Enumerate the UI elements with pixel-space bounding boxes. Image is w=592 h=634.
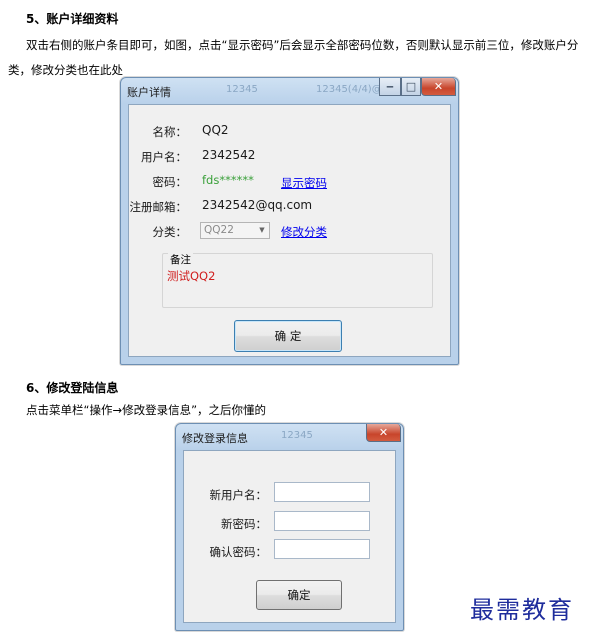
background-window-title: 12345(4/4)@ (316, 84, 382, 95)
username-value: 2342542 (202, 148, 256, 162)
edit-category-link[interactable]: 修改分类 (281, 224, 327, 240)
ok-button[interactable]: 确定 (256, 580, 342, 610)
ok-button[interactable]: 确 定 (234, 320, 342, 352)
password-label: 密码： (152, 175, 188, 189)
username-label: 用户名： (141, 150, 187, 164)
close-icon: ✕ (378, 426, 389, 439)
background-window-title: 12345 (281, 430, 313, 441)
notes-label: 备注 (168, 252, 193, 267)
maximize-button[interactable]: □ (401, 78, 421, 96)
category-label: 分类： (152, 225, 188, 239)
password-value: fds****** (202, 173, 254, 187)
chevron-down-icon: ▼ (259, 226, 265, 234)
confirm-password-input[interactable] (274, 539, 370, 559)
name-value: QQ2 (202, 123, 229, 137)
close-icon: ✕ (433, 80, 444, 93)
maximize-icon: □ (405, 80, 417, 93)
minimize-icon: ‒ (386, 80, 394, 93)
new-password-input[interactable] (274, 511, 370, 531)
new-username-input[interactable] (274, 482, 370, 502)
close-button[interactable]: ✕ (421, 78, 456, 96)
modify-login-content: 新用户名： 新密码： 确认密码： 确定 (183, 450, 396, 623)
watermark-logo: 最需教育 (470, 596, 574, 624)
section-5-paragraph-line-1: 双击右侧的账户条目即可，如图，点击“显示密码”后会显示全部密码位数，否则默认显示… (26, 38, 579, 52)
notes-value: 测试QQ2 (167, 269, 216, 283)
email-value: 2342542@qq.com (202, 198, 313, 212)
confirm-password-label: 确认密码： (209, 545, 268, 559)
notes-groupbox: 备注 测试QQ2 (162, 252, 433, 308)
section-5-paragraph-line-2: 类，修改分类也在此处 (8, 63, 123, 77)
close-button[interactable]: ✕ (366, 424, 401, 442)
new-username-label: 新用户名： (209, 488, 268, 502)
minimize-button[interactable]: ‒ (379, 78, 401, 96)
account-details-window: 账户详情 12345 12345(4/4)@ ‒ □ ✕ 名称： QQ2 用户名… (120, 77, 459, 365)
category-selected-value: QQ22 (204, 224, 234, 236)
modify-login-window: 修改登录信息 12345 ✕ 新用户名： 新密码： 确认密码： 确定 (175, 423, 404, 631)
section-6-heading: 6、修改登陆信息 (26, 381, 119, 395)
show-password-link[interactable]: 显示密码 (281, 175, 327, 191)
email-label: 注册邮箱： (129, 200, 188, 214)
category-dropdown[interactable]: QQ22 ▼ (200, 222, 270, 239)
new-password-label: 新密码： (221, 517, 267, 531)
account-details-title: 账户详情 (127, 86, 171, 99)
modify-login-titlebar[interactable]: 修改登录信息 12345 ✕ (176, 424, 403, 450)
section-6-paragraph: 点击菜单栏“操作→修改登录信息”，之后你懂的 (26, 403, 267, 417)
section-5-heading: 5、账户详细资料 (26, 12, 119, 26)
background-window-title: 12345 (226, 84, 258, 95)
ok-button-label: 确 定 (274, 329, 302, 343)
account-details-content: 名称： QQ2 用户名： 2342542 密码： fds****** 显示密码 … (128, 104, 451, 357)
ok-button-label: 确定 (287, 588, 311, 602)
account-details-titlebar[interactable]: 账户详情 12345 12345(4/4)@ ‒ □ ✕ (121, 78, 458, 104)
modify-login-title: 修改登录信息 (182, 432, 248, 445)
name-label: 名称： (152, 125, 188, 139)
